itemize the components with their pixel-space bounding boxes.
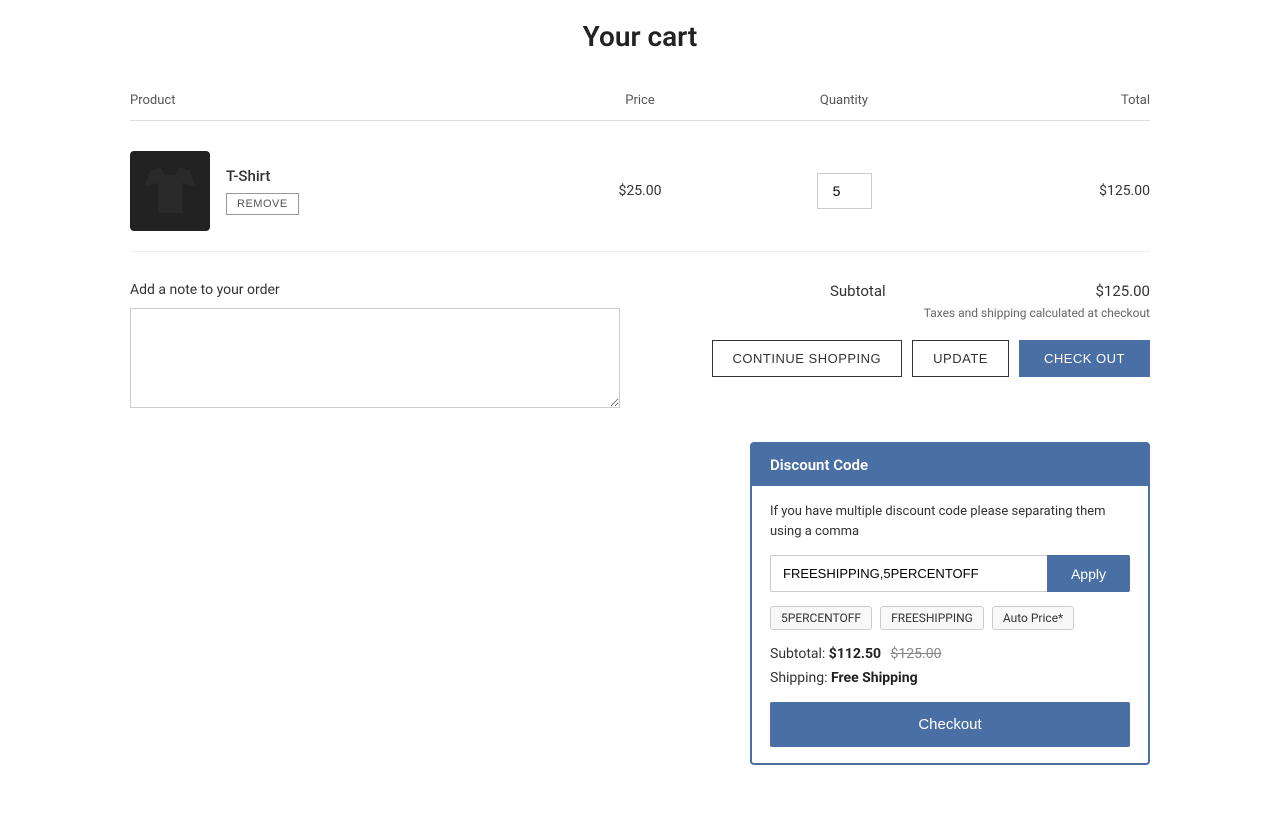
page-title: Your cart bbox=[130, 20, 1150, 53]
discount-code-input[interactable] bbox=[770, 555, 1047, 592]
header-product: Product bbox=[130, 93, 538, 108]
apply-button[interactable]: Apply bbox=[1047, 555, 1130, 592]
discount-note: If you have multiple discount code pleas… bbox=[770, 502, 1130, 541]
quantity-cell bbox=[742, 173, 946, 209]
discount-header: Discount Code bbox=[752, 444, 1148, 486]
discount-title: Discount Code bbox=[770, 456, 868, 474]
table-row: T-Shirt REMOVE $25.00 $125.00 bbox=[130, 131, 1150, 252]
panel-checkout-button[interactable]: Checkout bbox=[770, 702, 1130, 747]
shipping-label: Shipping: bbox=[770, 670, 828, 686]
discount-panel: Discount Code If you have multiple disco… bbox=[750, 442, 1150, 765]
bottom-section: Add a note to your order Subtotal $125.0… bbox=[130, 282, 1150, 412]
remove-button[interactable]: REMOVE bbox=[226, 193, 299, 215]
shipping-value: Free Shipping bbox=[831, 670, 918, 686]
note-section: Add a note to your order bbox=[130, 282, 620, 412]
checkout-button[interactable]: CHECK OUT bbox=[1019, 340, 1150, 377]
subtotal-label: Subtotal bbox=[830, 282, 886, 300]
subtotal-row: Subtotal $125.00 bbox=[830, 282, 1150, 300]
tshirt-icon bbox=[140, 161, 200, 221]
discount-subtotal-line: Subtotal: $112.50 $125.00 bbox=[770, 646, 1130, 662]
item-total: $125.00 bbox=[946, 183, 1150, 199]
discount-subtotal-label: Subtotal: bbox=[770, 646, 825, 662]
discount-body: If you have multiple discount code pleas… bbox=[752, 486, 1148, 763]
item-price: $25.00 bbox=[538, 183, 742, 199]
tax-note: Taxes and shipping calculated at checkou… bbox=[924, 306, 1150, 320]
quantity-input[interactable] bbox=[817, 173, 872, 209]
discount-new-price: $112.50 bbox=[829, 646, 881, 662]
discount-old-price: $125.00 bbox=[891, 646, 942, 662]
summary-section: Subtotal $125.00 Taxes and shipping calc… bbox=[660, 282, 1150, 412]
header-price: Price bbox=[538, 93, 742, 108]
product-name: T-Shirt bbox=[226, 167, 299, 185]
update-button[interactable]: UPDATE bbox=[912, 340, 1009, 377]
note-label: Add a note to your order bbox=[130, 282, 620, 298]
discount-shipping-line: Shipping: Free Shipping bbox=[770, 670, 1130, 686]
header-total: Total bbox=[946, 93, 1150, 108]
tag-autoprice[interactable]: Auto Price* bbox=[992, 606, 1074, 630]
product-image bbox=[130, 151, 210, 231]
tag-freeshipping[interactable]: FREESHIPPING bbox=[880, 606, 984, 630]
discount-input-row: Apply bbox=[770, 555, 1130, 592]
order-note-textarea[interactable] bbox=[130, 308, 620, 408]
continue-shopping-button[interactable]: CONTINUE SHOPPING bbox=[712, 340, 903, 377]
tag-5percentoff[interactable]: 5PERCENTOFF bbox=[770, 606, 872, 630]
discount-tags: 5PERCENTOFF FREESHIPPING Auto Price* bbox=[770, 606, 1130, 630]
product-info: T-Shirt REMOVE bbox=[130, 151, 538, 231]
subtotal-value: $125.00 bbox=[1095, 282, 1150, 300]
action-buttons: CONTINUE SHOPPING UPDATE CHECK OUT bbox=[712, 340, 1150, 377]
header-quantity: Quantity bbox=[742, 93, 946, 108]
cart-table-header: Product Price Quantity Total bbox=[130, 93, 1150, 121]
product-details: T-Shirt REMOVE bbox=[226, 167, 299, 215]
